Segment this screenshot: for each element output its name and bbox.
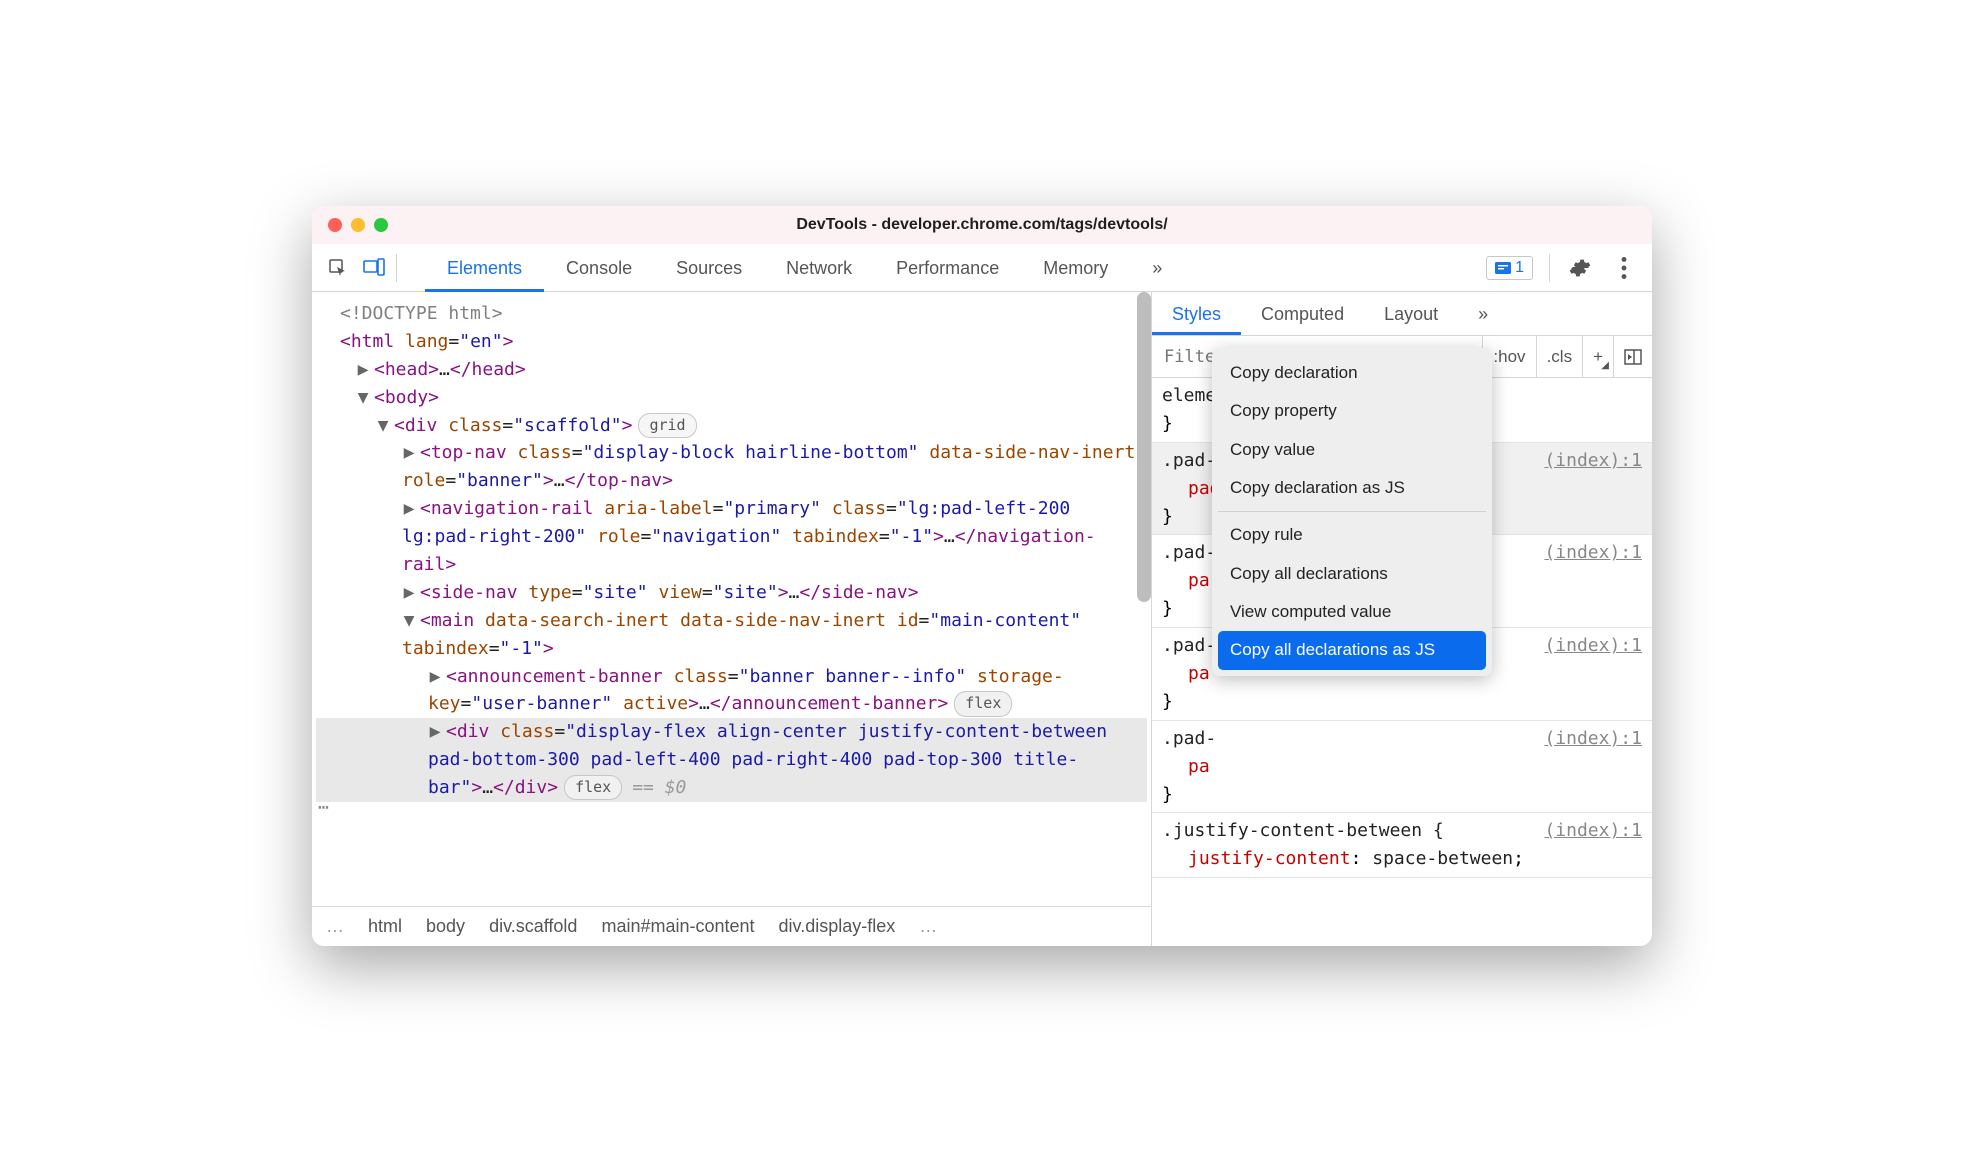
tab-styles-more-icon[interactable]: »	[1458, 292, 1508, 335]
context-menu-item[interactable]: Copy declaration as JS	[1218, 469, 1486, 507]
issues-badge[interactable]: 1	[1486, 256, 1533, 280]
panel-tabs: Elements Console Sources Network Perform…	[425, 244, 1478, 292]
tab-computed[interactable]: Computed	[1241, 292, 1364, 335]
device-toggle-icon[interactable]	[360, 254, 388, 282]
dom-node-selected[interactable]: ▶<div class="display-flex align-center j…	[316, 718, 1147, 802]
tab-console[interactable]: Console	[544, 244, 654, 292]
styles-tabs: Styles Computed Layout »	[1152, 292, 1652, 336]
rule-source-link[interactable]: (index):1	[1544, 447, 1642, 475]
css-rule[interactable]: .pad-(index):1pa}	[1152, 721, 1652, 814]
dom-tree[interactable]: <!DOCTYPE html> <html lang="en"> ▶<head>…	[312, 292, 1151, 906]
titlebar: DevTools - developer.chrome.com/tags/dev…	[312, 206, 1652, 244]
rule-source-link[interactable]: (index):1	[1544, 632, 1642, 660]
css-rule[interactable]: .justify-content-between {(index):1justi…	[1152, 813, 1652, 878]
crumb-overflow-left-icon[interactable]: …	[326, 916, 344, 937]
dom-node-navrail[interactable]: ▶<navigation-rail aria-label="primary" c…	[316, 495, 1147, 579]
tab-elements[interactable]: Elements	[425, 244, 544, 292]
cls-toggle[interactable]: .cls	[1536, 336, 1583, 377]
rule-source-link[interactable]: (index):1	[1544, 817, 1642, 845]
dom-node-announcement[interactable]: ▶<announcement-banner class="banner bann…	[316, 663, 1147, 719]
styles-panel: Styles Computed Layout » :hov .cls +◢ el…	[1152, 292, 1652, 946]
minimize-window-icon[interactable]	[351, 218, 365, 232]
tab-styles[interactable]: Styles	[1152, 292, 1241, 335]
tab-memory[interactable]: Memory	[1021, 244, 1130, 292]
divider	[1549, 254, 1550, 282]
issues-count: 1	[1515, 259, 1524, 277]
crumb-main[interactable]: main#main-content	[601, 916, 754, 937]
tab-network[interactable]: Network	[764, 244, 874, 292]
scrollbar[interactable]	[1137, 292, 1151, 602]
settings-gear-icon[interactable]	[1566, 254, 1594, 282]
rule-source-link[interactable]: (index):1	[1544, 725, 1642, 753]
dom-node-topnav[interactable]: ▶<top-nav class="display-block hairline-…	[316, 439, 1147, 495]
layout-chip-flex[interactable]: flex	[954, 691, 1012, 716]
rule-source-link[interactable]: (index):1	[1544, 539, 1642, 567]
context-menu-item[interactable]: Copy declaration	[1218, 378, 1486, 392]
tab-performance[interactable]: Performance	[874, 244, 1021, 292]
new-rule-icon[interactable]: +◢	[1582, 336, 1613, 377]
layout-chip-flex[interactable]: flex	[564, 775, 622, 800]
crumb-scaffold[interactable]: div.scaffold	[489, 916, 577, 937]
tab-sources[interactable]: Sources	[654, 244, 764, 292]
dom-node-main[interactable]: ▼<main data-search-inert data-side-nav-i…	[316, 607, 1147, 663]
computed-sidebar-icon[interactable]	[1613, 336, 1652, 377]
zoom-window-icon[interactable]	[374, 218, 388, 232]
dom-node-sidenav[interactable]: ▶<side-nav type="site" view="site">…</si…	[316, 579, 1147, 607]
layout-chip-grid[interactable]: grid	[638, 413, 696, 438]
window-title: DevTools - developer.chrome.com/tags/dev…	[312, 216, 1652, 234]
devtools-window: DevTools - developer.chrome.com/tags/dev…	[312, 206, 1652, 946]
context-menu-item[interactable]: Copy value	[1218, 431, 1486, 469]
gutter-dots-icon[interactable]: ⋯	[318, 797, 329, 818]
crumb-body[interactable]: body	[426, 916, 465, 937]
context-menu-item[interactable]: Copy all declarations	[1218, 555, 1486, 593]
context-menu-item[interactable]: Copy all declarations as JS	[1218, 631, 1486, 669]
selected-marker: == $0	[632, 777, 686, 798]
tab-more-icon[interactable]: »	[1130, 244, 1184, 292]
inspect-icon[interactable]	[324, 254, 352, 282]
styles-rules-list[interactable]: element.style {}.pad-left-400 {(index):1…	[1152, 378, 1652, 946]
context-menu-item[interactable]: Copy rule	[1218, 516, 1486, 554]
toolbar-right: 1	[1486, 254, 1638, 282]
divider	[396, 254, 397, 282]
crumb-display-flex[interactable]: div.display-flex	[779, 916, 896, 937]
context-menu: Copy declarationCopy propertyCopy valueC…	[1212, 378, 1492, 676]
context-menu-item[interactable]: Copy property	[1218, 392, 1486, 430]
breadcrumb: … html body div.scaffold main#main-conte…	[312, 906, 1151, 946]
elements-panel: <!DOCTYPE html> <html lang="en"> ▶<head>…	[312, 292, 1152, 946]
main-toolbar: Elements Console Sources Network Perform…	[312, 244, 1652, 292]
crumb-html[interactable]: html	[368, 916, 402, 937]
content-split: <!DOCTYPE html> <html lang="en"> ▶<head>…	[312, 292, 1652, 946]
doctype: <!DOCTYPE html>	[340, 303, 503, 324]
traffic-lights[interactable]	[328, 218, 388, 232]
close-window-icon[interactable]	[328, 218, 342, 232]
kebab-menu-icon[interactable]	[1610, 254, 1638, 282]
context-menu-item[interactable]: View computed value	[1218, 593, 1486, 631]
crumb-overflow-right-icon[interactable]: …	[919, 916, 937, 937]
tab-layout[interactable]: Layout	[1364, 292, 1458, 335]
